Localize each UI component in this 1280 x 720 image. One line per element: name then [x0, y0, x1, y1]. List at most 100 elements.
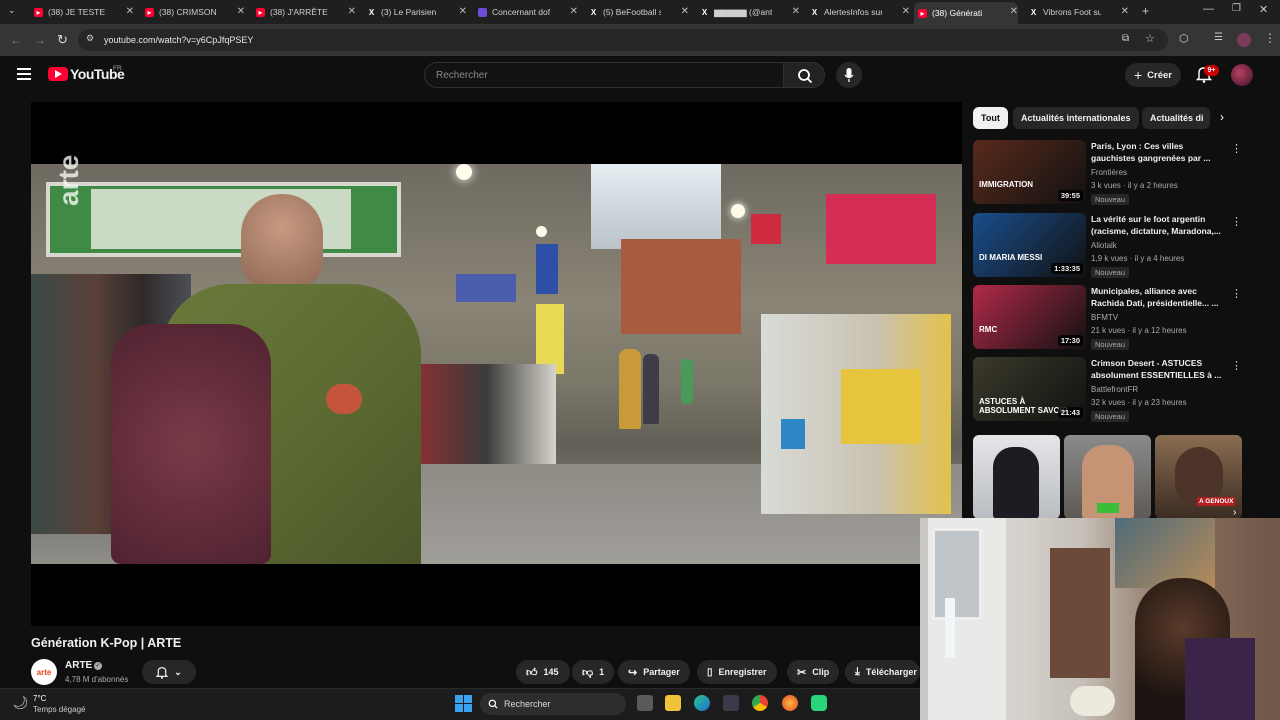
- close-window-icon[interactable]: ✕: [1259, 3, 1268, 16]
- file-explorer-icon[interactable]: [665, 695, 681, 711]
- recommendation-channel[interactable]: BFMTV: [1091, 313, 1118, 322]
- more-options-icon[interactable]: ⋮: [1231, 359, 1242, 372]
- forward-icon[interactable]: →: [34, 33, 46, 47]
- recommendation-card[interactable]: DI MARIA MESSI 1:33:35 La vérité sur le fo…: [973, 213, 1243, 279]
- new-tab-icon[interactable]: +: [1142, 4, 1149, 18]
- person-distant-3: [681, 359, 693, 404]
- tab-close-icon[interactable]: ✕: [459, 6, 467, 17]
- chip-all[interactable]: Tout: [973, 107, 1008, 129]
- firefox-icon[interactable]: [782, 695, 798, 711]
- video-player[interactable]: arte: [31, 102, 962, 626]
- chip-international-news[interactable]: Actualités internationales: [1013, 107, 1139, 129]
- short-thumbnail[interactable]: [973, 435, 1060, 519]
- tab-close-icon[interactable]: ✕: [1121, 6, 1129, 17]
- url-text[interactable]: youtube.com/watch?v=y6CpJfqPSEY: [104, 35, 253, 45]
- more-options-icon[interactable]: ⋮: [1231, 287, 1242, 300]
- create-button[interactable]: + Créer: [1125, 63, 1181, 87]
- recommendation-title[interactable]: Crimson Desert - ASTUCES absolument ESSE…: [1091, 357, 1227, 381]
- maximize-icon[interactable]: ❐: [1232, 3, 1241, 14]
- shorts-next-icon[interactable]: ›: [1233, 507, 1236, 518]
- tab-close-icon[interactable]: ✕: [348, 6, 356, 17]
- browser-tab[interactable]: X (3) Le Parisien sur ✕: [363, 2, 467, 22]
- clip-button[interactable]: ✂ Clip: [787, 660, 840, 684]
- browser-tab[interactable]: ▸ (38) J'ARRÊTE TO ✕: [252, 2, 356, 22]
- tab-close-icon[interactable]: ✕: [126, 6, 134, 17]
- reload-icon[interactable]: ↻: [57, 32, 68, 48]
- search-button[interactable]: [783, 62, 825, 88]
- tab-close-icon[interactable]: ✕: [1010, 6, 1018, 17]
- windows-start-icon[interactable]: [455, 695, 472, 712]
- share-button[interactable]: ↪ Partager: [618, 660, 690, 684]
- browser-menu-icon[interactable]: ⋮: [1264, 31, 1276, 45]
- voice-search-button[interactable]: [836, 62, 862, 88]
- video-thumbnail[interactable]: RMC 17:30: [973, 285, 1086, 349]
- minimize-icon[interactable]: —: [1203, 3, 1214, 15]
- browser-tab[interactable]: X AlertesInfos sur X ✕: [806, 2, 910, 22]
- recommendation-channel[interactable]: Aliotalk: [1091, 241, 1117, 250]
- channel-name[interactable]: ARTE: [65, 660, 92, 671]
- video-thumbnail[interactable]: IMMIGRATION 39:55: [973, 140, 1086, 204]
- recommendation-card[interactable]: ASTUCES À ABSOLUMENT SAVOIR 21:43 Crimson …: [973, 357, 1243, 423]
- backpack: [111, 324, 271, 564]
- browser-tab[interactable]: X ▆▆▆▆▆ (@anth ✕: [696, 2, 800, 22]
- video-thumbnail[interactable]: DI MARIA MESSI 1:33:35: [973, 213, 1086, 277]
- taskbar-search[interactable]: Rechercher: [480, 693, 626, 715]
- install-app-icon[interactable]: ⧉: [1122, 33, 1129, 44]
- chevron-right-icon[interactable]: ›: [1220, 110, 1224, 124]
- user-avatar[interactable]: [1231, 64, 1253, 86]
- tab-close-icon[interactable]: ✕: [792, 6, 800, 17]
- more-options-icon[interactable]: ⋮: [1231, 142, 1242, 155]
- recommendation-channel[interactable]: Frontières: [1091, 168, 1127, 177]
- tab-close-icon[interactable]: ✕: [681, 6, 689, 17]
- browser-tab[interactable]: X Vibrons Foot sur ✕: [1025, 2, 1129, 22]
- browser-tab[interactable]: ▸ (38) CRIMSON DE ✕: [141, 2, 245, 22]
- plus-icon: +: [1133, 67, 1143, 83]
- dislike-button[interactable]: 👎︎ 1: [572, 660, 614, 684]
- extensions-icon[interactable]: ⬡: [1179, 32, 1189, 45]
- chip-news[interactable]: Actualités di: [1142, 107, 1210, 129]
- short-thumbnail[interactable]: [1064, 435, 1151, 519]
- app-green-icon[interactable]: [811, 695, 827, 711]
- browser-tab[interactable]: ▸ (38) Générati ✕: [914, 2, 1018, 24]
- store-icon[interactable]: [723, 695, 739, 711]
- tab-close-icon[interactable]: ✕: [237, 6, 245, 17]
- recommendation-card[interactable]: RMC 17:30 Municipales, alliance avec Rachi…: [973, 285, 1243, 351]
- chrome-icon[interactable]: [752, 695, 768, 711]
- subscription-bell-button[interactable]: ⌄: [142, 660, 196, 684]
- profile-avatar[interactable]: [1237, 33, 1251, 47]
- like-button[interactable]: 👍︎ 145: [516, 660, 570, 684]
- recommendation-channel[interactable]: BattlefrontFR: [1091, 385, 1138, 394]
- menu-icon[interactable]: [17, 68, 31, 80]
- weather-temperature[interactable]: 7°C: [33, 694, 46, 703]
- shop-sign-blue: [456, 274, 516, 302]
- chip-label: Actualités di: [1150, 113, 1204, 123]
- new-badge: Nouveau: [1091, 267, 1130, 278]
- back-icon[interactable]: ←: [10, 33, 22, 47]
- browser-tab[interactable]: Concernant dofla ✕: [474, 2, 578, 22]
- tab-close-icon[interactable]: ✕: [902, 6, 910, 17]
- tab-search-icon[interactable]: ⌄: [8, 5, 16, 16]
- weather-moon-icon[interactable]: 🌙︎: [12, 695, 29, 711]
- recommendation-title[interactable]: La vérité sur le foot argentin (racisme,…: [1091, 213, 1227, 237]
- tab-close-icon[interactable]: ✕: [570, 6, 578, 17]
- download-button[interactable]: ⤓ Télécharger: [845, 660, 920, 684]
- task-view-icon[interactable]: [637, 695, 653, 711]
- site-favicon-icon: [478, 7, 487, 17]
- youtube-logo-icon[interactable]: [48, 67, 68, 81]
- video-thumbnail[interactable]: ASTUCES À ABSOLUMENT SAVOIR 21:43: [973, 357, 1086, 421]
- recommendation-card[interactable]: IMMIGRATION 39:55 Paris, Lyon : Ces villes…: [973, 140, 1243, 206]
- tab-groups-icon[interactable]: ☰: [1214, 32, 1223, 43]
- save-button[interactable]: ▯ Enregistrer: [697, 660, 777, 684]
- bookmark-star-icon[interactable]: ☆: [1145, 32, 1155, 45]
- site-info-icon[interactable]: ⚙: [86, 33, 94, 44]
- region-code: FR: [113, 65, 122, 72]
- browser-tab[interactable]: X (5) BeFootball sur ✕: [585, 2, 689, 22]
- channel-avatar[interactable]: arte: [31, 659, 57, 685]
- recommendation-title[interactable]: Paris, Lyon : Ces villes gauchistes gang…: [1091, 140, 1227, 164]
- more-options-icon[interactable]: ⋮: [1231, 215, 1242, 228]
- recommendation-title[interactable]: Municipales, alliance avec Rachida Dati,…: [1091, 285, 1227, 309]
- short-thumbnail[interactable]: A GENOUX: [1155, 435, 1242, 519]
- browser-tab[interactable]: ▸ (38) JE TESTE LE N ✕: [30, 2, 134, 22]
- search-input[interactable]: Rechercher: [424, 62, 784, 88]
- edge-icon[interactable]: [694, 695, 710, 711]
